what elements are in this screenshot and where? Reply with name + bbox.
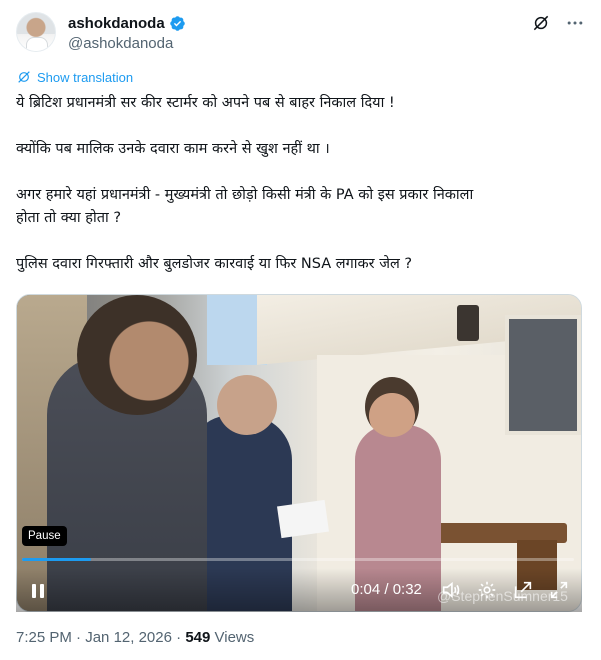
tweet-time[interactable]: 7:25 PM	[16, 629, 72, 646]
tweet-line: होता तो क्या होता ?	[16, 210, 122, 226]
show-translation-label[interactable]: Show translation	[37, 70, 133, 85]
video-frame-lamp	[457, 305, 479, 341]
translate-icon	[18, 71, 30, 83]
video-frame-person-head	[77, 295, 197, 415]
author-handle[interactable]: @ashokdanoda	[68, 35, 186, 52]
video-frame-paper	[277, 499, 329, 539]
views-count: 549	[185, 629, 211, 646]
video-player[interactable]	[16, 294, 582, 612]
grok-icon[interactable]	[531, 13, 551, 33]
show-translation-link[interactable]: Show translation	[16, 69, 133, 85]
video-frame-window	[505, 315, 581, 435]
verified-badge-icon	[169, 15, 185, 31]
meta-separator: ·	[76, 629, 82, 646]
video-frame-person-head	[217, 375, 277, 435]
meta-separator: ·	[176, 629, 182, 646]
tweet-meta: 7:25 PM · Jan 12, 2026 · 549 Views	[16, 629, 254, 646]
author-names: ashokdanoda @ashokdanoda	[68, 13, 186, 52]
views-label: Views	[214, 629, 255, 646]
tweet-line: पुलिस दवारा गिरफ्तारी और बुलडोजर कारवाई …	[16, 256, 413, 272]
author-display-name[interactable]: ashokdanoda	[68, 15, 165, 32]
tweet-header: ashokdanoda @ashokdanoda	[16, 12, 585, 56]
video-frame-person-head	[365, 377, 419, 437]
tweet-line: क्योंकि पब मालिक उनके दवारा काम करने से …	[16, 141, 330, 157]
pause-tooltip: Pause	[22, 526, 67, 546]
tweet-text: ये ब्रिटिश प्रधानमंत्री सर कीर स्टार्मर …	[16, 92, 585, 276]
tweet-line: अगर हमारे यहां प्रधानमंत्री - मुख्यमंत्र…	[16, 187, 474, 203]
pause-button[interactable]	[20, 577, 56, 605]
pause-icon	[32, 584, 44, 598]
video-progress-track[interactable]	[22, 558, 574, 561]
author-avatar[interactable]	[16, 12, 56, 52]
tweet-date[interactable]: Jan 12, 2026	[85, 629, 172, 646]
video-time: 0:04 / 0:32	[351, 581, 422, 598]
video-progress-fill	[22, 558, 91, 561]
video-watermark: @StephenSumner15	[437, 588, 568, 604]
more-icon[interactable]	[565, 13, 585, 33]
tweet-line: ये ब्रिटिश प्रधानमंत्री सर कीर स्टार्मर …	[16, 95, 395, 111]
